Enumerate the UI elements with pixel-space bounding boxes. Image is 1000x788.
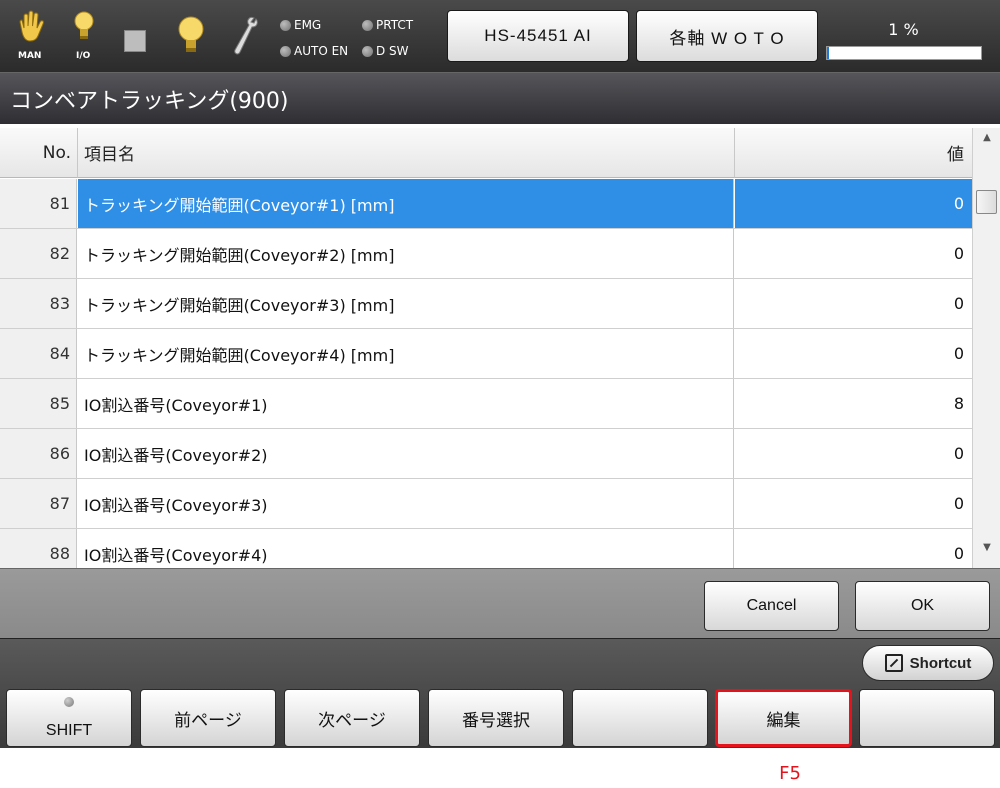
row-item-name: IO割込番号(Coveyor#1) — [78, 379, 734, 428]
function-key-bar: Shortcut SHIFT 前ページ 次ページ 番号選択 編集 — [0, 638, 1000, 748]
indicator-label: AUTO EN — [294, 44, 349, 58]
row-value: 8 — [953, 394, 964, 413]
row-number: 83 — [0, 279, 77, 328]
shift-led-icon — [64, 697, 74, 707]
parameter-table: No. 項目名 値 81 トラッキング開始範囲(Coveyor#1) [mm] 0 8… — [0, 128, 1000, 579]
row-value: 0 — [735, 179, 972, 228]
row-item-name: トラッキング開始範囲(Coveyor#3) [mm] — [78, 279, 734, 328]
scroll-up-arrow-icon[interactable]: ▲ — [973, 132, 1000, 152]
table-row[interactable]: 87 IO割込番号(Coveyor#3) 0 — [0, 479, 972, 529]
column-header-name: 項目名 — [78, 128, 735, 178]
scroll-thumb[interactable] — [976, 190, 997, 214]
mode-label: MAN — [18, 51, 42, 61]
table-row[interactable]: 82 トラッキング開始範囲(Coveyor#2) [mm] 0 — [0, 229, 972, 279]
vertical-scrollbar[interactable]: ▲ ▼ — [972, 128, 1000, 568]
io-label: I/O — [76, 51, 91, 61]
shortcut-icon — [884, 654, 903, 672]
axis-mode-button[interactable]: 各軸 W O T O — [636, 10, 818, 62]
indicator-auto-en: AUTO EN — [280, 44, 348, 58]
row-value: 0 — [953, 444, 964, 463]
row-item-name: IO割込番号(Coveyor#3) — [78, 479, 734, 528]
table-row[interactable]: 85 IO割込番号(Coveyor#1) 8 — [0, 379, 972, 429]
f5-caption: F5 — [779, 763, 801, 784]
action-bar: Cancel OK — [0, 568, 1000, 638]
led-icon — [280, 45, 291, 57]
next-page-button[interactable]: 次ページ — [284, 689, 420, 747]
square-icon[interactable] — [124, 30, 146, 52]
table-row[interactable]: 81 トラッキング開始範囲(Coveyor#1) [mm] 0 — [0, 179, 972, 229]
row-number: 85 — [0, 379, 77, 428]
led-icon — [362, 19, 373, 31]
row-item-name: トラッキング開始範囲(Coveyor#2) [mm] — [78, 229, 734, 278]
column-header-value: 値 — [735, 128, 972, 178]
shortcut-button[interactable]: Shortcut — [862, 645, 994, 681]
empty-function-button[interactable] — [859, 689, 995, 747]
row-value: 0 — [953, 344, 964, 363]
row-value: 0 — [953, 494, 964, 513]
shift-label: SHIFT — [45, 722, 93, 739]
cancel-button[interactable]: Cancel — [704, 581, 839, 631]
indicator-label: EMG — [294, 18, 322, 32]
progress-label: 1 % — [888, 20, 919, 39]
lightbulb-icon[interactable] — [74, 10, 94, 48]
edit-button[interactable]: 編集 — [715, 689, 852, 747]
shortcut-label: Shortcut — [909, 654, 972, 672]
table-row[interactable]: 83 トラッキング開始範囲(Coveyor#3) [mm] 0 — [0, 279, 972, 329]
shift-button[interactable]: SHIFT — [6, 689, 132, 747]
progress-bar — [826, 46, 982, 60]
prev-page-button[interactable]: 前ページ — [140, 689, 276, 747]
indicator-prtct: PRTCT — [362, 18, 413, 32]
row-number: 87 — [0, 479, 77, 528]
indicator-panel: EMG PRTCT AUTO EN D SW — [280, 18, 445, 63]
column-header-no: No. — [0, 128, 78, 178]
title-bar: コンベアトラッキング(900) — [0, 72, 1000, 124]
row-number: 84 — [0, 329, 77, 378]
table-row[interactable]: 84 トラッキング開始範囲(Coveyor#4) [mm] 0 — [0, 329, 972, 379]
lightbulb-icon[interactable] — [178, 16, 204, 60]
row-item-name: IO割込番号(Coveyor#2) — [78, 429, 734, 478]
empty-function-button[interactable] — [572, 689, 708, 747]
indicator-label: PRTCT — [376, 18, 414, 32]
indicator-d-sw: D SW — [362, 44, 409, 58]
wrench-icon[interactable] — [230, 16, 260, 60]
progress-fill — [827, 47, 829, 59]
scroll-down-arrow-icon[interactable]: ▼ — [973, 542, 1000, 562]
row-item-name: トラッキング開始範囲(Coveyor#1) [mm] — [78, 179, 734, 228]
hand-icon[interactable] — [16, 10, 46, 48]
ok-button[interactable]: OK — [855, 581, 990, 631]
row-number: 81 — [0, 179, 77, 228]
row-item-name: トラッキング開始範囲(Coveyor#4) [mm] — [78, 329, 734, 378]
led-icon — [362, 45, 373, 57]
table-row[interactable]: 86 IO割込番号(Coveyor#2) 0 — [0, 429, 972, 479]
led-icon — [280, 19, 291, 31]
status-bar: MAN I/O EMG PRTCT AUTO EN D SW HS-45451 … — [0, 0, 1000, 72]
row-number: 86 — [0, 429, 77, 478]
robot-select-button[interactable]: HS-45451 AI — [447, 10, 629, 62]
indicator-label: D SW — [376, 44, 409, 58]
row-value: 0 — [953, 244, 964, 263]
page-title: コンベアトラッキング(900) — [10, 89, 289, 114]
number-select-button[interactable]: 番号選択 — [428, 689, 564, 747]
row-value: 0 — [953, 294, 964, 313]
indicator-emg: EMG — [280, 18, 321, 32]
row-number: 82 — [0, 229, 77, 278]
